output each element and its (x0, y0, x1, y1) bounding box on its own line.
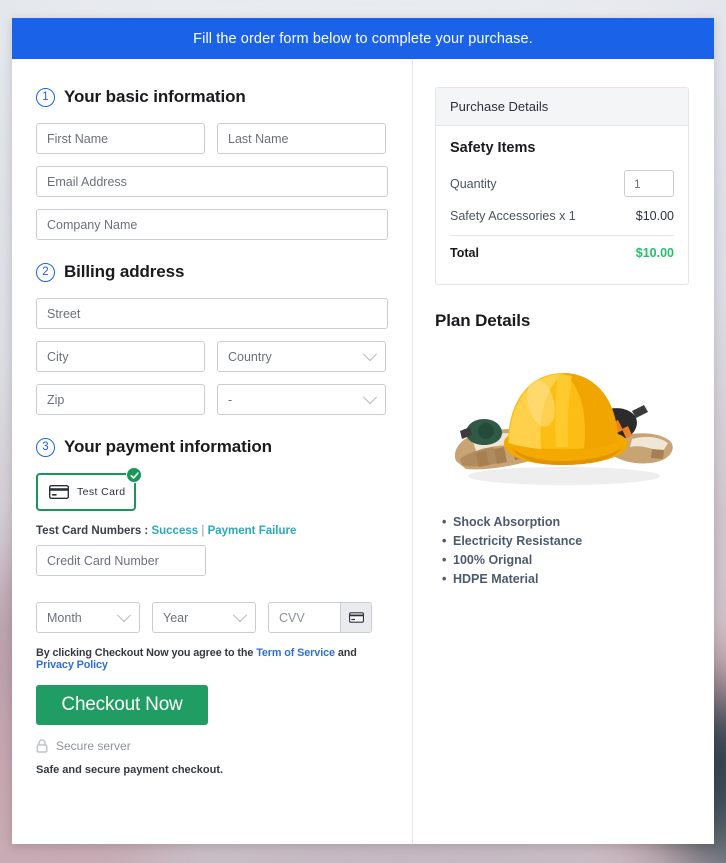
hard-hat-product-image (454, 373, 673, 485)
link-separator: | (201, 525, 205, 537)
name-row: First Name Last Name (36, 123, 388, 154)
card-number-row: Credit Card Number (36, 545, 388, 590)
expiry-month-select[interactable]: Month (36, 602, 140, 633)
summary-column: Purchase Details Safety Items Quantity 1… (413, 59, 713, 844)
street-input[interactable]: Street (36, 298, 388, 329)
total-label: Total (450, 246, 479, 260)
term-of-service-link[interactable]: Term of Service (256, 647, 335, 659)
payment-failure-card-link[interactable]: Payment Failure (208, 525, 297, 537)
checkout-now-button[interactable]: Checkout Now (36, 685, 208, 725)
expiry-cvv-row: Month Year CVV (36, 602, 388, 633)
chevron-down-icon (362, 389, 378, 404)
zip-state-row: Zip - (36, 384, 388, 415)
credit-card-number-input[interactable]: Credit Card Number (36, 545, 206, 576)
chevron-down-icon (362, 346, 378, 361)
test-card-label: Test Card (77, 486, 126, 498)
last-name-input[interactable]: Last Name (217, 123, 386, 154)
test-card-method-option[interactable]: Test Card (36, 467, 142, 511)
country-select-value: Country (228, 349, 272, 364)
total-value: $10.00 (635, 246, 674, 260)
summary-divider (450, 235, 674, 236)
email-row: Email Address (36, 166, 388, 197)
banner: Fill the order form below to complete yo… (12, 18, 714, 59)
cvv-input[interactable]: CVV (269, 603, 340, 632)
company-name-input[interactable]: Company Name (36, 209, 388, 240)
section-title-basic: Your basic information (64, 87, 246, 106)
credit-card-icon (348, 612, 364, 623)
plan-feature-list: Shock Absorption Electricity Resistance … (435, 515, 689, 586)
secure-server-label: Secure server (56, 739, 131, 753)
test-numbers-prefix: Test Card Numbers : (36, 525, 149, 537)
state-select-value: - (228, 392, 233, 407)
step-number-1: 1 (36, 87, 55, 107)
section-title-payment: Your payment information (64, 437, 272, 456)
terms-agreement-text: By clicking Checkout Now you agree to th… (36, 647, 388, 671)
lock-icon (36, 739, 48, 753)
quantity-input[interactable]: 1 (624, 170, 674, 197)
test-card-numbers-hint: Test Card Numbers : Success | Payment Fa… (36, 525, 388, 537)
email-input[interactable]: Email Address (36, 166, 388, 197)
section-basic-information: 1 Your basic information (36, 87, 388, 107)
chevron-down-icon (116, 607, 132, 622)
city-input[interactable]: City (36, 341, 205, 372)
check-circle-icon (126, 467, 142, 483)
payment-heading: 3 Your payment information (36, 437, 388, 457)
expiry-year-select[interactable]: Year (152, 602, 256, 633)
secure-server-row: Secure server (36, 739, 388, 753)
terms-and: and (337, 647, 357, 659)
line-item-price: $10.00 (635, 209, 674, 223)
section-payment-information: 3 Your payment information Test Card Tes… (36, 437, 388, 776)
expiry-year-value: Year (163, 610, 189, 625)
first-name-input[interactable]: First Name (36, 123, 205, 154)
line-item-label: Safety Accessories x 1 (450, 209, 576, 223)
plan-details-title: Plan Details (435, 311, 531, 330)
step-number-2: 2 (36, 262, 55, 282)
city-country-row: City Country (36, 341, 388, 372)
section-billing-address: 2 Billing address (36, 262, 388, 282)
purchase-details-header: Purchase Details (436, 88, 688, 126)
success-card-link[interactable]: Success (151, 525, 198, 537)
section-title-billing: Billing address (64, 262, 185, 281)
checkout-card: Fill the order form below to complete yo… (12, 18, 714, 844)
order-form-column: 1 Your basic information First Name Last… (12, 59, 413, 844)
state-select[interactable]: - (217, 384, 386, 415)
total-row: Total $10.00 (450, 246, 674, 260)
checkout-columns: 1 Your basic information First Name Last… (12, 59, 714, 844)
feature-item: Shock Absorption (442, 515, 689, 529)
quantity-label: Quantity (450, 176, 497, 191)
privacy-policy-link[interactable]: Privacy Policy (36, 659, 108, 671)
feature-item: 100% Orignal (442, 553, 689, 567)
street-row: Street (36, 298, 388, 329)
zip-input[interactable]: Zip (36, 384, 205, 415)
cvv-help-button[interactable] (340, 603, 371, 632)
cvv-field-group: CVV (268, 602, 372, 633)
purchase-details-body: Safety Items Quantity 1 Safety Accessori… (436, 126, 688, 284)
line-item-row: Safety Accessories x 1 $10.00 (450, 209, 674, 223)
terms-prefix: By clicking Checkout Now you agree to th… (36, 647, 254, 659)
purchase-item-title: Safety Items (450, 140, 536, 156)
chevron-down-icon (232, 607, 248, 622)
banner-text: Fill the order form below to complete yo… (193, 30, 533, 47)
feature-item: HDPE Material (442, 572, 689, 586)
feature-item: Electricity Resistance (442, 534, 689, 548)
company-row: Company Name (36, 209, 388, 240)
country-select[interactable]: Country (217, 341, 386, 372)
purchase-details-panel: Purchase Details Safety Items Quantity 1… (435, 87, 689, 285)
credit-card-icon (49, 485, 69, 499)
expiry-month-value: Month (47, 610, 82, 625)
quantity-row: Quantity 1 (450, 170, 674, 197)
safe-checkout-note: Safe and secure payment checkout. (36, 764, 224, 776)
step-number-3: 3 (36, 437, 55, 457)
